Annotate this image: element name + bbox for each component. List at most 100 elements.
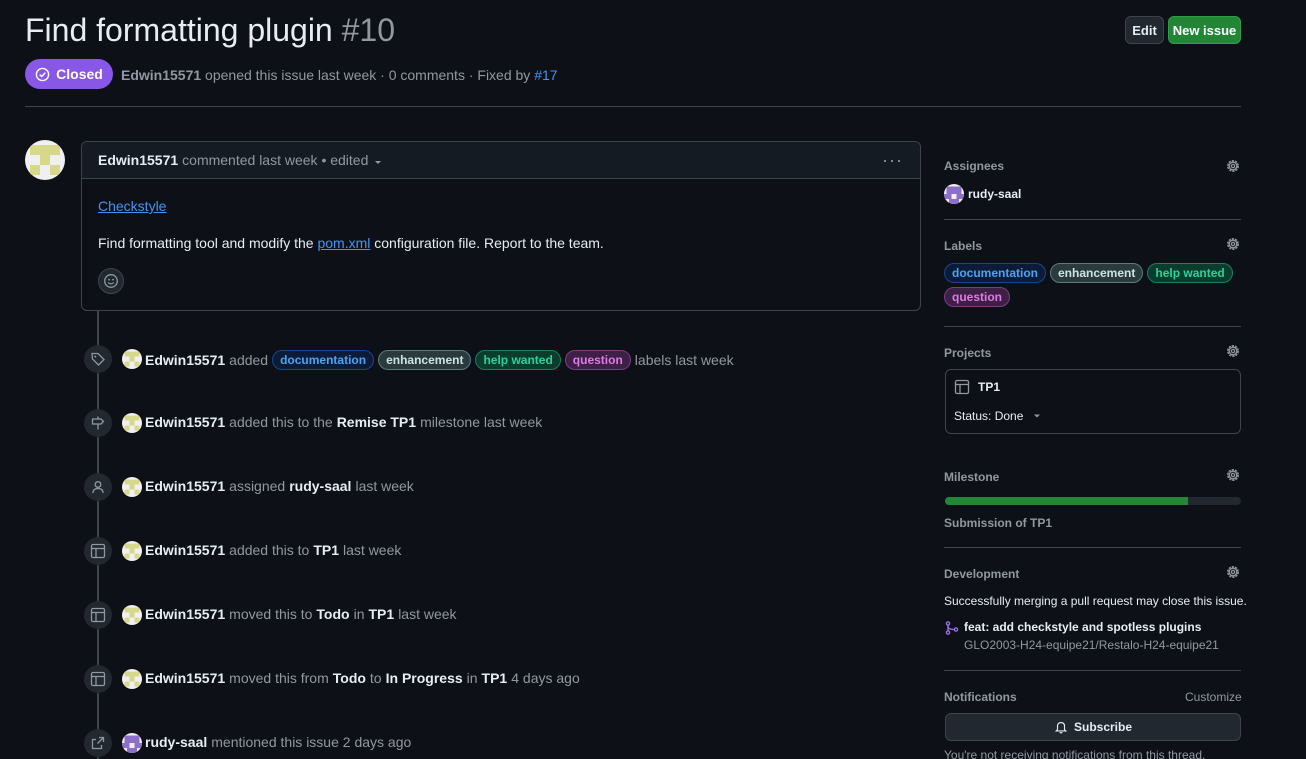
milestone-icon	[84, 409, 112, 437]
event-target[interactable]: Remise TP1	[337, 414, 416, 430]
sidebar-divider	[944, 326, 1241, 327]
comment-meta[interactable]: commented last week • edited	[182, 152, 368, 168]
label-enhancement[interactable]: enhancement	[1050, 263, 1144, 283]
new-issue-button[interactable]: New issue	[1168, 16, 1241, 44]
event-actor[interactable]: Edwin15571	[145, 542, 225, 558]
assignee-name: rudy-saal	[968, 187, 1022, 201]
label-question[interactable]: question	[944, 287, 1010, 307]
issue-title-text: Find formatting plugin	[25, 12, 333, 48]
gear-icon[interactable]	[1225, 343, 1241, 359]
event-text: moved this to	[229, 606, 313, 622]
label-question[interactable]: question	[564, 350, 631, 370]
avatar[interactable]	[122, 477, 142, 497]
event-text: in	[466, 670, 478, 686]
label-documentation[interactable]: documentation	[272, 350, 375, 370]
label-enhancement[interactable]: enhancement	[378, 350, 472, 370]
person-icon	[84, 473, 112, 501]
git-pull-request-icon	[945, 621, 959, 635]
event-text: assigned	[229, 478, 286, 494]
timeline-event: Edwin15571 added documentation enhanceme…	[145, 350, 734, 370]
avatar[interactable]	[122, 669, 142, 689]
issue-comment: Edwin15571 commented last week • edited …	[81, 141, 921, 311]
event-target: Todo	[316, 606, 350, 622]
development-title: Development	[944, 567, 1020, 581]
event-text: labels last week	[634, 352, 734, 368]
event-target[interactable]: TP1	[369, 606, 395, 622]
event-target[interactable]: TP1	[482, 670, 508, 686]
subscribe-button[interactable]: Subscribe	[945, 713, 1241, 741]
timeline-event: Edwin15571 moved this from Todo to In Pr…	[145, 670, 580, 686]
check-circle-icon	[35, 67, 50, 81]
milestone-name[interactable]: Submission of TP1	[944, 516, 1052, 530]
event-actor[interactable]: Edwin15571	[145, 414, 225, 430]
avatar	[944, 184, 964, 204]
event-text: mentioned this issue 2 days ago	[211, 734, 412, 750]
pom-link[interactable]: pom.xml	[317, 235, 370, 251]
subscribe-label: Subscribe	[1073, 720, 1133, 734]
event-actor[interactable]: Edwin15571	[145, 352, 225, 368]
event-text: milestone last week	[420, 414, 543, 430]
event-text: added this to	[229, 542, 310, 558]
sidebar-divider	[944, 219, 1241, 220]
comment-body: Find formatting tool and modify the pom.…	[98, 235, 604, 251]
label-help-wanted[interactable]: help wanted	[1147, 263, 1233, 283]
projects-title: Projects	[944, 346, 992, 360]
event-target[interactable]: rudy-saal	[289, 478, 351, 494]
opened-text: opened this issue last week · 0 comments…	[205, 67, 531, 83]
event-text: last week	[398, 606, 457, 622]
project-icon	[954, 379, 970, 395]
event-text: added this to the	[229, 414, 333, 430]
event-actor[interactable]: Edwin15571	[145, 670, 225, 686]
event-text: last week	[355, 478, 414, 494]
assignee[interactable]: rudy-saal	[944, 184, 1021, 204]
tag-icon	[84, 345, 112, 373]
gear-icon[interactable]	[1225, 236, 1241, 252]
gear-icon[interactable]	[1225, 564, 1241, 580]
gear-icon[interactable]	[1225, 467, 1241, 483]
add-reaction-button[interactable]	[98, 268, 124, 294]
event-target[interactable]: TP1	[313, 542, 339, 558]
bell-icon	[1054, 722, 1068, 734]
linked-pull-request[interactable]: feat: add checkstyle and spotless plugin…	[944, 620, 1219, 652]
avatar[interactable]	[25, 140, 65, 180]
comment-author[interactable]: Edwin15571	[98, 152, 178, 168]
avatar[interactable]	[122, 605, 142, 625]
customize-link[interactable]: Customize	[1185, 690, 1242, 704]
avatar[interactable]	[122, 349, 142, 369]
status-label: Closed	[56, 66, 103, 82]
label-documentation[interactable]: documentation	[944, 263, 1046, 283]
cross-reference-icon	[84, 729, 112, 757]
event-actor[interactable]: rudy-saal	[145, 734, 207, 750]
triangle-down-icon	[1034, 414, 1041, 418]
pr-title[interactable]: feat: add checkstyle and spotless plugin…	[964, 620, 1219, 634]
timeline-event: Edwin15571 added this to TP1 last week	[145, 542, 401, 558]
event-target: Todo	[332, 670, 366, 686]
edit-button[interactable]: Edit	[1125, 16, 1164, 44]
event-text: moved this from	[229, 670, 329, 686]
event-actor[interactable]: Edwin15571	[145, 478, 225, 494]
avatar[interactable]	[122, 733, 142, 753]
issue-author[interactable]: Edwin15571	[121, 67, 201, 83]
smiley-icon	[104, 274, 118, 288]
gear-icon[interactable]	[1225, 158, 1241, 174]
project-status: Status: Done	[954, 409, 1024, 423]
avatar[interactable]	[122, 413, 142, 433]
project-name: TP1	[978, 380, 1001, 394]
project-icon	[84, 665, 112, 693]
comment-text-after: configuration file. Report to the team.	[374, 235, 604, 251]
triangle-down-icon[interactable]	[372, 156, 384, 168]
timeline-event: Edwin15571 assigned rudy-saal last week	[145, 478, 414, 494]
labels-title: Labels	[944, 239, 983, 253]
event-text: to	[369, 670, 382, 686]
fixed-by-link[interactable]: #17	[534, 67, 557, 83]
sidebar-divider	[944, 670, 1241, 671]
comment-header: Edwin15571 commented last week • edited	[82, 142, 920, 179]
checkstyle-link[interactable]: Checkstyle	[98, 198, 166, 214]
event-actor[interactable]: Edwin15571	[145, 606, 225, 622]
project-card: TP1 Status: Done	[945, 369, 1241, 434]
avatar[interactable]	[122, 541, 142, 561]
kebab-menu-icon[interactable]: ···	[882, 150, 903, 171]
label-help-wanted[interactable]: help wanted	[475, 350, 561, 370]
project-status-dropdown[interactable]: Status: Done	[954, 409, 1043, 423]
project-link[interactable]: TP1	[954, 379, 1000, 395]
